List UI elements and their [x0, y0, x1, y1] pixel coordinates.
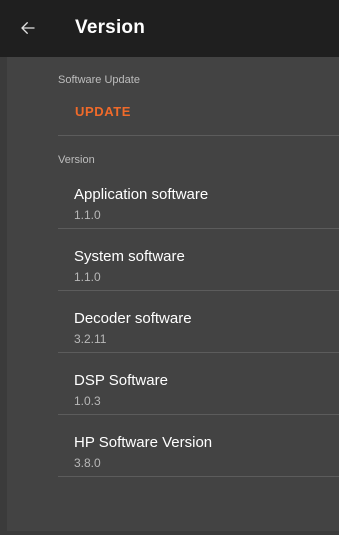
divider [58, 476, 339, 477]
list-item-application-software[interactable]: Application software 1.1.0 [58, 186, 339, 246]
item-title: DSP Software [74, 372, 168, 389]
item-title: Application software [74, 186, 209, 203]
update-button[interactable]: UPDATE [75, 104, 131, 119]
item-version: 1.0.3 [74, 394, 101, 408]
left-edge [0, 0, 7, 535]
arrow-left-icon [19, 19, 37, 41]
bottom-edge [0, 531, 339, 535]
list-item-dsp-software[interactable]: DSP Software 1.0.3 [58, 372, 339, 432]
item-version: 3.8.0 [74, 456, 101, 470]
item-title: System software [74, 248, 185, 265]
list-item-system-software[interactable]: System software 1.1.0 [58, 248, 339, 308]
back-button[interactable] [14, 16, 42, 44]
list-item-hp-software-version[interactable]: HP Software Version 3.8.0 [58, 434, 339, 494]
screen: Version Software Update UPDATE Version A… [0, 0, 339, 535]
divider [58, 290, 339, 291]
list-item-decoder-software[interactable]: Decoder software 3.2.11 [58, 310, 339, 370]
divider [58, 352, 339, 353]
section-header-software-update: Software Update [58, 74, 140, 86]
item-version: 1.1.0 [74, 270, 101, 284]
section-header-version: Version [58, 154, 95, 166]
divider [58, 414, 339, 415]
page-title: Version [75, 17, 146, 38]
app-bar: Version [0, 0, 339, 57]
divider [58, 135, 339, 136]
divider [58, 228, 339, 229]
item-version: 1.1.0 [74, 208, 101, 222]
item-title: HP Software Version [74, 434, 213, 451]
item-title: Decoder software [74, 310, 192, 327]
item-version: 3.2.11 [74, 332, 107, 346]
